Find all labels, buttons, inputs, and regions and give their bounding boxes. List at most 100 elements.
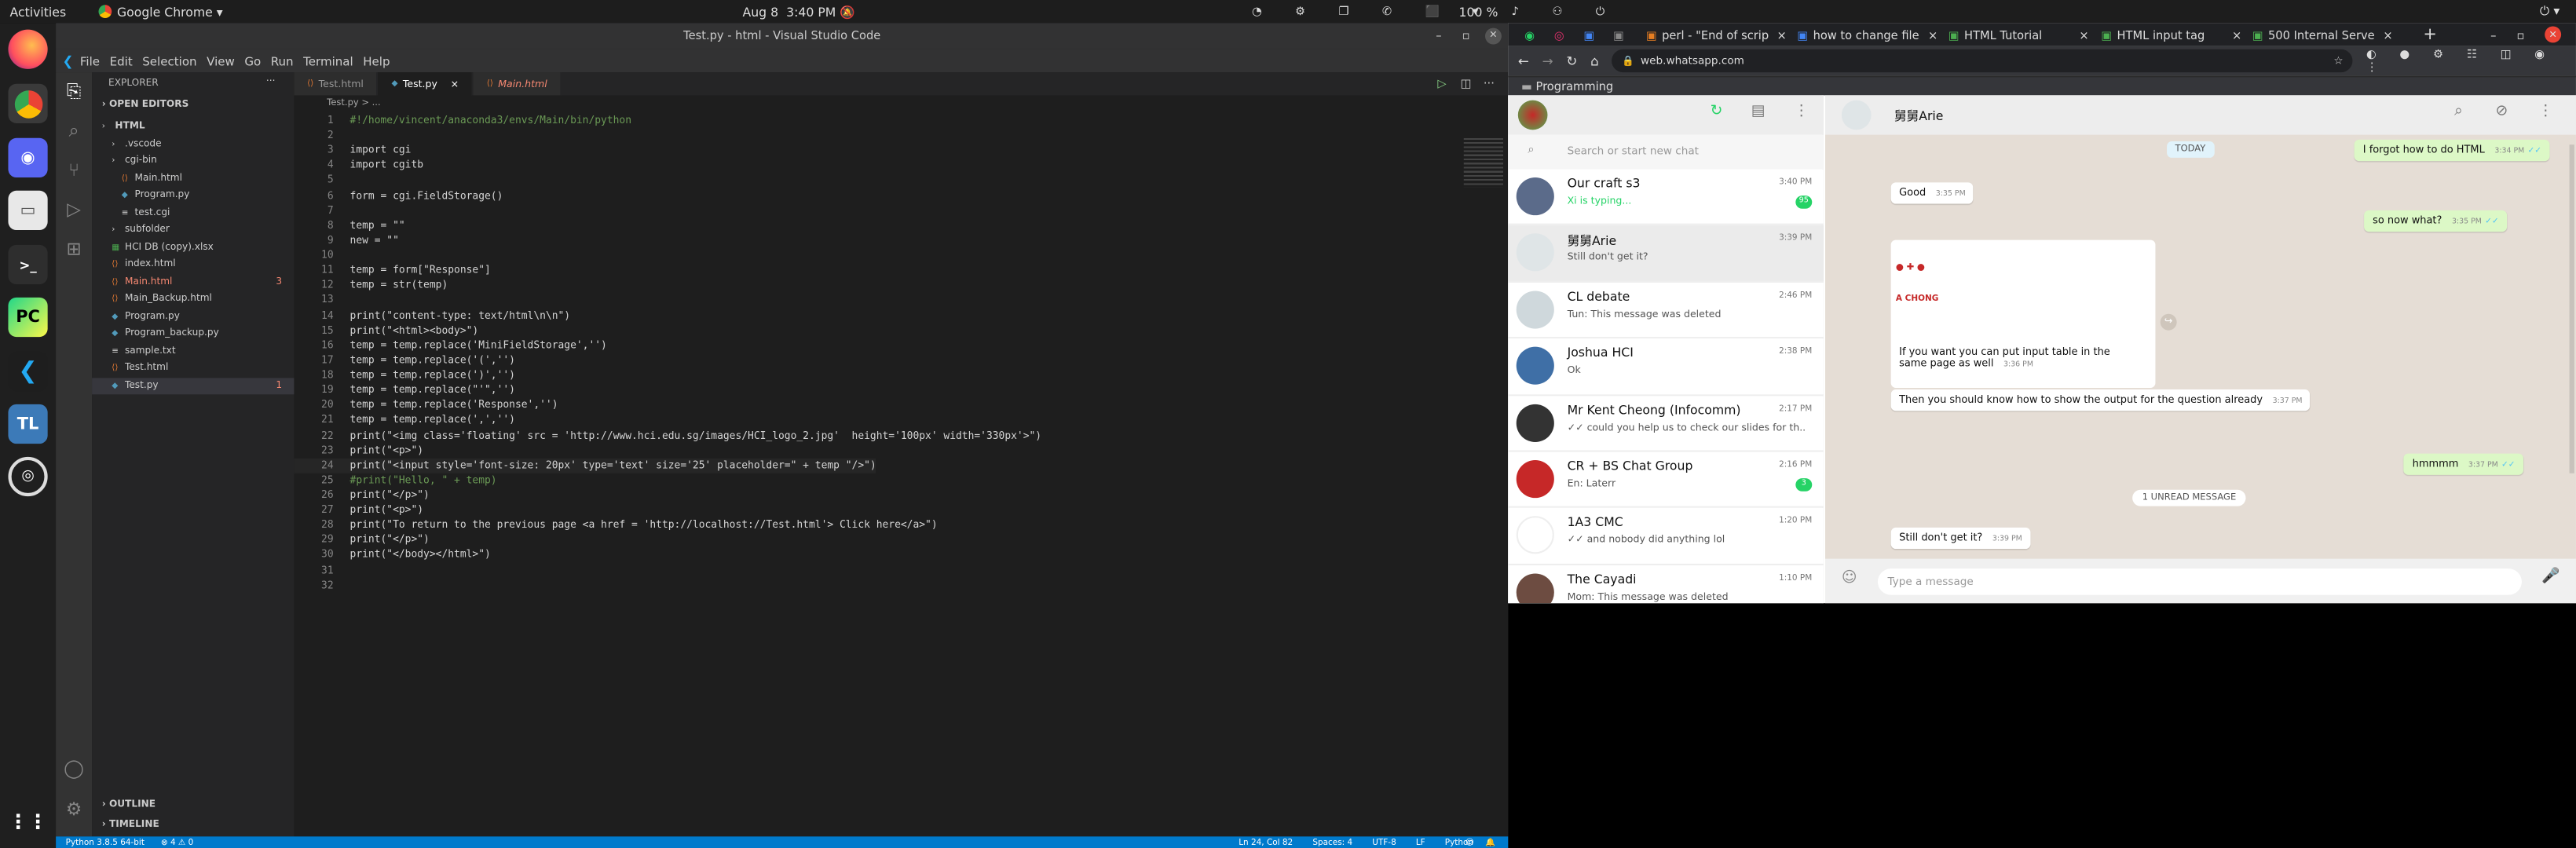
menu-edit[interactable]: Edit — [110, 53, 133, 68]
texlive-icon[interactable]: TL — [8, 404, 48, 444]
browser-tab[interactable]: ▣ HTML Tutorial × — [1948, 24, 2093, 46]
browser-tab[interactable]: ▣ 500 Internal Serve × — [2252, 24, 2397, 46]
tree-item[interactable]: ⟨⟩ Test.html — [92, 360, 294, 376]
home-icon[interactable]: ⌂ — [1590, 53, 1599, 68]
minimize-button[interactable]: – — [1436, 30, 1441, 43]
browser-tab[interactable]: ▣ perl - "End of scrip × — [1646, 24, 1791, 46]
browser-tab[interactable]: ▣ HTML input tag × — [2101, 24, 2245, 46]
chat-item[interactable]: CR + BS Chat Group En: Laterr 2:16 PM 3 — [1508, 451, 1824, 509]
tree-item[interactable]: › subfolder — [92, 222, 294, 239]
search-icon[interactable]: ⌕ — [62, 120, 85, 143]
open-editors-section[interactable]: › OPEN EDITORS — [102, 101, 189, 111]
maximize-button[interactable]: ▫ — [1462, 30, 1470, 43]
chat-item[interactable]: Joshua HCI Ok 2:38 PM — [1508, 338, 1824, 396]
menu-selection[interactable]: Selection — [142, 53, 196, 68]
menu-view[interactable]: View — [207, 53, 235, 68]
new-tab-button[interactable]: + — [2423, 24, 2437, 46]
chat-item[interactable]: 1A3 CMC ✓✓ and nobody did anything lol 1:2… — [1508, 508, 1824, 565]
feedback-icon[interactable]: ☺ — [1465, 837, 1474, 847]
breadcrumb[interactable]: Test.py > ... — [327, 99, 380, 109]
tree-item[interactable]: › cgi-bin — [92, 153, 294, 170]
search-input[interactable]: Search or start new chat — [1568, 144, 1699, 158]
message-bubble[interactable]: If you want you can put input table in t… — [1891, 342, 2138, 375]
microphone-icon[interactable]: 🎤 — [2541, 568, 2560, 585]
app-menu[interactable]: Google Chrome ▾ — [98, 4, 223, 19]
close-tab-icon[interactable]: × — [2383, 29, 2392, 42]
status-item[interactable]: Spaces: 4 — [1312, 837, 1352, 847]
outline-section[interactable]: › OUTLINE — [102, 800, 156, 810]
editor-tab[interactable]: ⟨⟩ Main.html — [474, 72, 562, 96]
pinned-tab-instagram[interactable]: ◎ — [1554, 24, 1564, 46]
source-control-icon[interactable]: ⑂ — [62, 159, 85, 182]
message-bubble[interactable]: I forgot how to do HTML 3:34 PM ✓✓ — [2355, 139, 2550, 162]
editor-tab[interactable]: ⟨⟩ Test.html — [294, 72, 379, 96]
menu-icon[interactable]: ⋮ — [1794, 104, 1809, 120]
close-tab-icon[interactable]: × — [2079, 29, 2088, 42]
pinned-tab-google[interactable]: ▣ — [1583, 24, 1594, 46]
timeline-section[interactable]: › TIMELINE — [102, 820, 159, 830]
message-bubble[interactable]: Still don't get it? 3:39 PM — [1890, 527, 2031, 550]
message-bubble[interactable]: so now what? 3:35 PM ✓✓ — [2364, 210, 2508, 232]
run-file-icon[interactable]: ▷ — [1437, 77, 1446, 90]
new-chat-icon[interactable]: ▤ — [1751, 104, 1766, 120]
close-tab-icon[interactable]: × — [2232, 29, 2241, 42]
terminal-icon[interactable]: >_ — [8, 244, 48, 285]
close-tab-icon[interactable]: × — [451, 78, 459, 90]
tree-item[interactable]: ⟨⟩ Main.html 3 — [92, 273, 294, 290]
close-tab-icon[interactable]: × — [1777, 29, 1787, 42]
activities-button[interactable]: Activities — [10, 4, 67, 19]
split-editor-icon[interactable]: ◫ — [1461, 77, 1472, 90]
reload-icon[interactable]: ↻ — [1566, 53, 1577, 68]
tree-item[interactable]: ≡ test.cgi — [92, 205, 294, 221]
account-icon[interactable]: ◯ — [62, 758, 85, 780]
chat-item[interactable]: CL debate Tun: This message was deleted 2:… — [1508, 282, 1824, 339]
browser-tab[interactable]: ▣ how to change file × — [1797, 24, 1941, 46]
more-actions-icon[interactable]: ··· — [266, 77, 276, 87]
tree-item[interactable]: ◆ Program.py — [92, 308, 294, 324]
chat-item[interactable]: 舅舅Arie Still don't get it? 3:39 PM — [1508, 225, 1824, 283]
extension-icons[interactable]: ◐ ● ⚙ ☷ ◫ ◉ ⋮ — [2366, 48, 2576, 74]
menu-run[interactable]: Run — [271, 53, 294, 68]
notifications-icon[interactable]: 🔔 — [1485, 837, 1495, 847]
ubuntu-software-icon[interactable]: ◎ — [8, 456, 48, 497]
contact-name[interactable]: 舅舅Arie — [1894, 107, 1944, 125]
files-icon[interactable]: ▭ — [8, 190, 48, 231]
chrome-icon[interactable] — [8, 83, 48, 123]
forward-icon[interactable]: → — [1542, 53, 1553, 68]
tree-item[interactable]: ⟨⟩ Main.html — [92, 170, 294, 187]
shared-image[interactable]: ● ✚ ● A CHONG — [1896, 245, 1952, 304]
attach-icon[interactable]: ⊘ — [2495, 104, 2508, 120]
tree-item[interactable]: › .vscode — [92, 136, 294, 152]
run-debug-icon[interactable]: ▷ — [62, 199, 85, 221]
tree-item[interactable]: ⟨⟩ index.html — [92, 257, 294, 273]
tree-item[interactable]: ◆ Test.py 1 — [92, 377, 295, 394]
bookmark-star-icon[interactable]: ☆ — [2333, 54, 2343, 68]
tree-item[interactable]: ◆ Program_backup.py — [92, 325, 294, 342]
menu-terminal[interactable]: Terminal — [303, 53, 353, 68]
status-item[interactable]: Ln 24, Col 82 — [1239, 837, 1293, 847]
extensions-icon[interactable]: ⊞ — [62, 238, 85, 261]
pinned-tab-blank[interactable]: ▣ — [1613, 24, 1624, 46]
tree-item[interactable]: ≡ sample.txt — [92, 342, 294, 359]
status-icon[interactable]: ↻ — [1711, 104, 1723, 120]
message-bubble[interactable]: hmmmm 3:37 PM ✓✓ — [2404, 453, 2524, 475]
scrollbar[interactable] — [2569, 144, 2574, 473]
chrome-minimize[interactable]: – — [2490, 24, 2496, 46]
tray-icons[interactable]: ◔ ⚙ ❐ ✆ ⬛ ▾ ♪ ⚇ ⏻ — [1252, 4, 1619, 19]
code-editor[interactable]: 1 #!/home/vincent/anaconda3/envs/Main/bin… — [294, 113, 1493, 836]
status-item[interactable]: LF — [1416, 837, 1425, 847]
menu-help[interactable]: Help — [363, 53, 390, 68]
tree-item[interactable]: ▦ HCI DB (copy).xlsx — [92, 239, 294, 256]
apps-grid-icon[interactable]: ⋮⋮ — [8, 802, 47, 841]
bookmark-programming[interactable]: ▬ Programming — [1521, 80, 1613, 93]
chat-item[interactable]: The Cayadi Mom: This message was deleted 1… — [1508, 565, 1824, 604]
python-interpreter[interactable]: Python 3.8.5 64-bit — [66, 837, 145, 847]
pinned-tab-whatsapp[interactable]: ◉ — [1524, 24, 1535, 46]
chrome-close[interactable]: ✕ — [2545, 26, 2562, 43]
message-bubble[interactable]: Then you should know how to show the out… — [1890, 389, 2311, 411]
clock[interactable]: Aug 8 3:40 PM 🔕 — [742, 4, 854, 19]
menu-file[interactable]: File — [80, 53, 100, 68]
contact-avatar[interactable] — [1841, 100, 1872, 130]
message-bubble[interactable]: Good 3:35 PM — [1890, 182, 1974, 204]
vscode-icon[interactable]: ❮ — [8, 351, 48, 392]
